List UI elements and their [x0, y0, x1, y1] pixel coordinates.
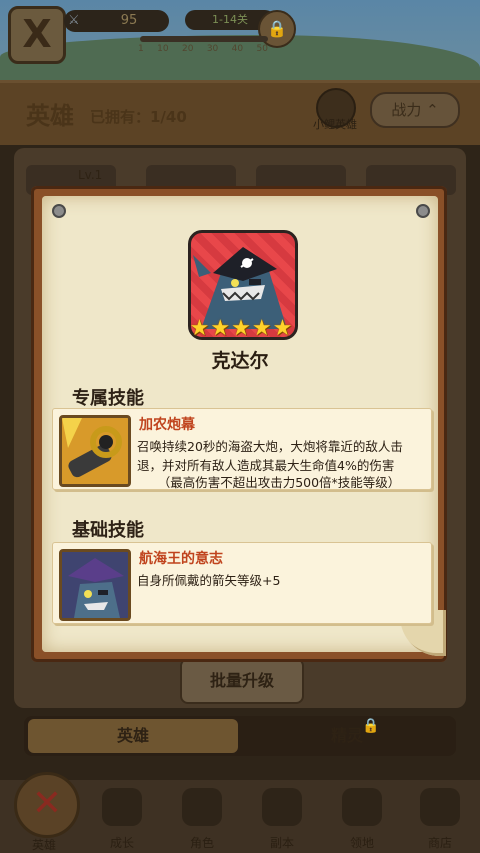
hero-badge-label: 小鲤英雄	[313, 118, 357, 131]
castle-icon	[342, 788, 382, 826]
owned-count: 已拥有：1/40	[90, 108, 187, 126]
lock-icon[interactable]: 🔒	[258, 10, 296, 48]
exclusive-skill-name: 加农炮幕	[139, 417, 195, 433]
batch-upgrade-button[interactable]: 批量升级	[180, 658, 304, 704]
progress-ticks: 1 10 20 30 40 50	[138, 44, 268, 54]
attack-stat: ⚔ 95	[64, 10, 169, 32]
nav-label: 成长	[109, 836, 134, 850]
nav-label: 商店	[427, 836, 452, 850]
pin-icon	[416, 204, 430, 218]
cannon-icon	[59, 415, 131, 487]
close-x-icon[interactable]: ✕	[14, 772, 80, 838]
tick-label: 1	[138, 44, 144, 54]
sort-power-label: 战力	[391, 101, 422, 119]
basic-skill-name: 航海王的意志	[139, 551, 223, 567]
nav-item-dungeon[interactable]: 副本	[242, 784, 322, 850]
star-rating: ★ ★ ★ ★ ★	[190, 316, 293, 341]
pirate-captain-icon	[59, 549, 131, 621]
sort-power-button[interactable]: 战力 ⌃	[370, 92, 460, 128]
pin-icon	[52, 204, 66, 218]
nav-label-hero: 英雄	[31, 838, 56, 852]
exclusive-skill-desc: 召唤持续20秒的海盗大炮，大炮将靠近的敌人击退，并对所有敌人造成其最大生命值4%…	[137, 439, 403, 473]
sword-icon: ⚔	[68, 13, 80, 28]
basic-skill-title: 基础技能	[72, 520, 144, 541]
nav-label: 副本	[269, 836, 294, 850]
exclusive-skill-card: 加农炮幕 召唤持续20秒的海盗大炮，大炮将靠近的敌人击退，并对所有敌人造成其最大…	[52, 408, 432, 490]
nav-item-growth[interactable]: 成长	[82, 784, 162, 850]
nav-item-shop[interactable]: 商店	[400, 784, 480, 850]
stage-progress-bar	[140, 36, 268, 42]
tab-hero[interactable]: 英雄	[28, 719, 238, 753]
helmet-icon	[182, 788, 222, 826]
basic-skill-card: 航海王的意志 自身所佩戴的箭矢等级+5	[52, 542, 432, 624]
nav-label: 领地	[349, 836, 374, 850]
chevron-up-icon: ⌃	[426, 101, 439, 119]
chest-icon	[420, 788, 460, 826]
basic-skill-desc: 自身所佩戴的箭矢等级+5	[137, 573, 281, 588]
tick-label: 10	[157, 44, 169, 54]
tab-elite[interactable]: 精灵	[242, 719, 452, 753]
star-icon: ★	[231, 316, 251, 341]
star-icon: ★	[272, 316, 293, 341]
star-icon: ★	[251, 316, 272, 341]
page-title: 英雄	[26, 102, 74, 130]
tick-label: 30	[206, 44, 219, 54]
star-icon: ★	[210, 316, 231, 341]
crossed-swords-icon	[262, 788, 302, 826]
tick-label: 40	[231, 44, 244, 54]
tick-label: 50	[256, 44, 268, 54]
attack-value: 95	[120, 13, 138, 28]
lock-icon: 🔒	[362, 718, 380, 734]
nav-label: 角色	[189, 836, 214, 850]
hero-name: 克达尔	[211, 350, 269, 372]
exclusive-skill-title: 专属技能	[72, 388, 144, 409]
exclusive-skill-note: （最高伤害不超出攻击力500倍*技能等级）	[157, 475, 401, 490]
nav-item-character[interactable]: 角色	[162, 784, 242, 850]
hero-level-label: Lv.1	[78, 168, 103, 182]
star-icon: ★	[189, 316, 210, 341]
close-icon[interactable]: X	[8, 6, 66, 64]
tick-label: 20	[181, 44, 194, 54]
nav-item-territory[interactable]: 领地	[322, 784, 402, 850]
snowman-icon	[102, 788, 142, 826]
